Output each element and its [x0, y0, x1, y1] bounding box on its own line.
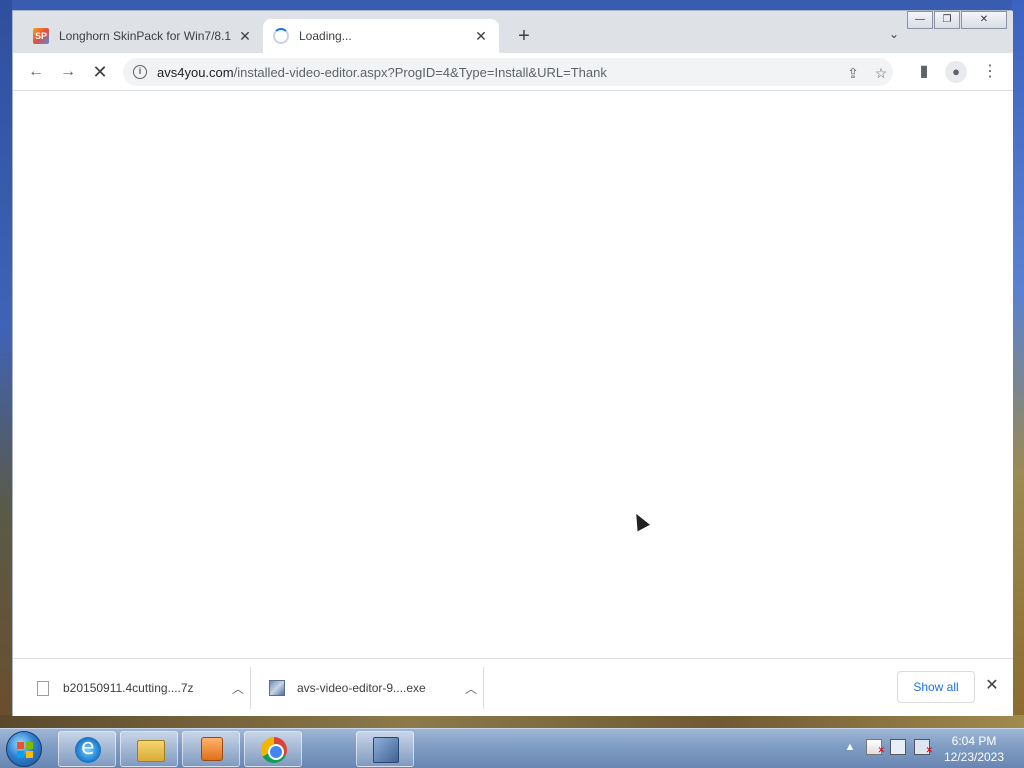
profile-avatar-icon[interactable]: ●	[945, 61, 967, 83]
desktop-wallpaper-left	[0, 0, 12, 728]
url-domain: avs4you.com	[157, 64, 234, 80]
close-window-button[interactable]: ✕	[961, 11, 1007, 29]
address-bar[interactable]: i avs4you.com/installed-video-editor.asp…	[123, 58, 893, 86]
start-button[interactable]	[6, 731, 42, 767]
installer-icon	[373, 737, 399, 763]
taskbar-installer[interactable]	[356, 731, 414, 767]
page-content-area	[13, 91, 1013, 658]
minimize-button[interactable]: —	[907, 11, 933, 29]
taskbar-chrome[interactable]	[244, 731, 302, 767]
show-all-button[interactable]: Show all	[897, 671, 975, 703]
taskbar-media-player[interactable]	[182, 731, 240, 767]
new-tab-button[interactable]: +	[513, 25, 535, 47]
show-hidden-icons-icon[interactable]: ▲	[842, 739, 858, 755]
skinpack-favicon-icon: SP	[33, 28, 49, 44]
download-shelf: b20150911.4cutting....7z ︿ avs-video-edi…	[13, 658, 1013, 716]
action-center-flag-icon[interactable]	[866, 739, 885, 758]
media-player-icon	[201, 737, 223, 761]
internet-explorer-icon	[75, 735, 101, 763]
back-arrow-icon[interactable]: ←	[25, 61, 47, 83]
file-icon	[37, 680, 49, 696]
chrome-icon	[261, 737, 287, 763]
loading-spinner-icon	[273, 28, 289, 44]
download-item[interactable]: b20150911.4cutting....7z ︿	[23, 667, 251, 709]
window-controls: — ❐ ✕	[906, 11, 1007, 29]
tab-title: Loading...	[299, 29, 352, 43]
browser-window: SP Longhorn SkinPack for Win7/8.1 ✕ Load…	[12, 10, 1013, 716]
system-clock[interactable]: 6:04 PM 12/23/2023	[932, 733, 1016, 765]
taskbar-file-explorer[interactable]	[120, 731, 178, 767]
forward-arrow-icon[interactable]: →	[57, 61, 79, 83]
tab-title: Longhorn SkinPack for Win7/8.1	[59, 29, 232, 43]
download-item[interactable]: avs-video-editor-9....exe ︿	[259, 667, 484, 709]
desktop-wallpaper-right	[1012, 0, 1024, 728]
installer-icon	[269, 680, 285, 696]
desktop-wallpaper-bottom	[0, 715, 1024, 728]
system-tray: ▲	[842, 739, 938, 758]
url-path: /installed-video-editor.aspx?ProgID=4&Ty…	[233, 64, 607, 80]
tab-strip: SP Longhorn SkinPack for Win7/8.1 ✕ Load…	[13, 11, 1013, 53]
share-icon[interactable]: ⇪	[843, 63, 863, 83]
close-tab-icon[interactable]: ✕	[473, 28, 489, 45]
menu-kebab-icon[interactable]: ⋮	[979, 61, 1001, 83]
chevron-up-icon[interactable]: ︿	[226, 680, 250, 697]
download-filename: b20150911.4cutting....7z	[63, 681, 194, 695]
clock-time: 6:04 PM	[951, 734, 997, 748]
tab-loading[interactable]: Loading... ✕	[263, 19, 499, 53]
mouse-cursor-icon	[630, 510, 650, 532]
clock-date: 12/23/2023	[943, 750, 1005, 764]
site-info-icon[interactable]: i	[133, 65, 147, 79]
restore-button[interactable]: ❐	[934, 11, 960, 29]
network-icon[interactable]	[890, 739, 906, 755]
volume-muted-icon[interactable]	[914, 739, 933, 758]
taskbar-internet-explorer[interactable]	[58, 731, 116, 767]
tab-search-chevron-icon[interactable]: ⌄	[885, 27, 903, 45]
bookmark-star-icon[interactable]: ☆	[871, 63, 891, 83]
chevron-up-icon[interactable]: ︿	[459, 680, 483, 697]
download-filename: avs-video-editor-9....exe	[297, 681, 426, 695]
folder-icon	[137, 740, 165, 762]
browser-toolbar: ← → ✕ i avs4you.com/installed-video-edit…	[13, 53, 1013, 91]
close-tab-icon[interactable]: ✕	[237, 28, 253, 45]
tab-longhorn-skinpack[interactable]: SP Longhorn SkinPack for Win7/8.1 ✕	[23, 19, 263, 53]
side-panel-icon[interactable]: ▮	[913, 61, 935, 83]
close-shelf-icon[interactable]: ✕	[983, 677, 1001, 695]
url-text[interactable]: avs4you.com/installed-video-editor.aspx?…	[157, 65, 607, 80]
taskbar: ▲ 6:04 PM 12/23/2023	[0, 728, 1024, 768]
stop-loading-icon[interactable]: ✕	[89, 61, 111, 83]
